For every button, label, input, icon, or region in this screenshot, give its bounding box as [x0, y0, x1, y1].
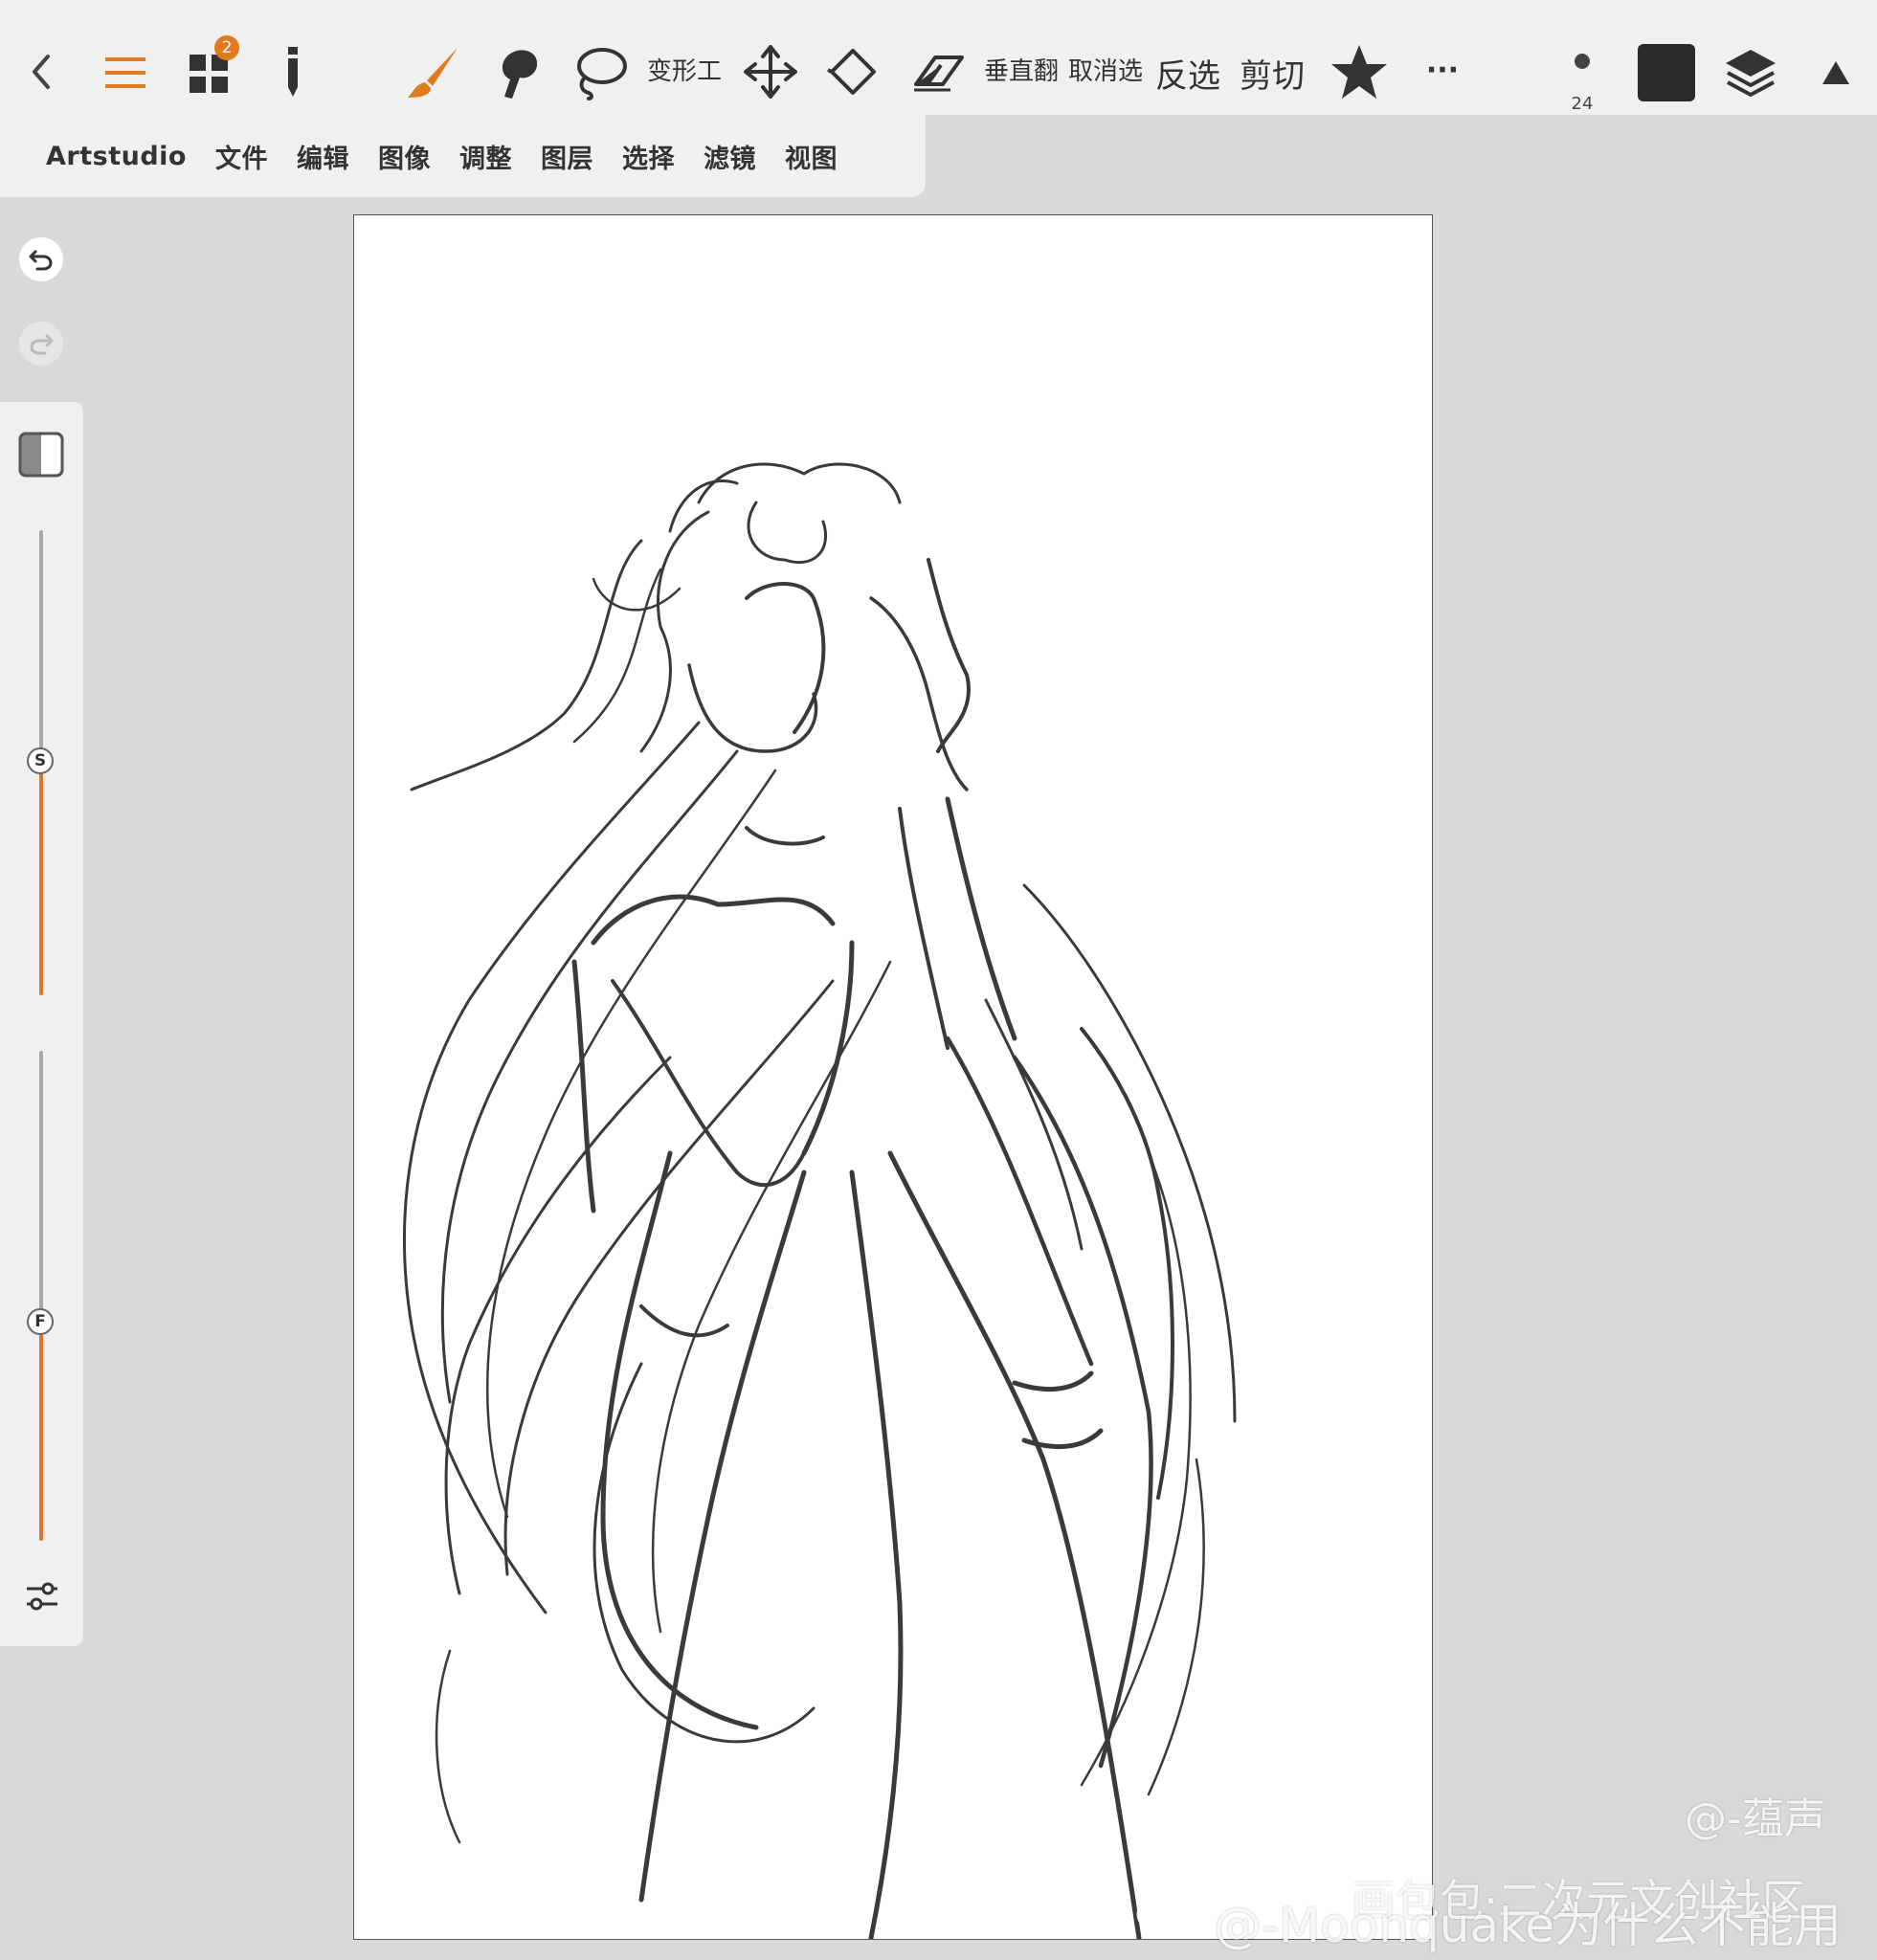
flip-vertical-label[interactable]: 垂直翻: [984, 52, 1059, 87]
menu-item-file[interactable]: 文件: [215, 138, 268, 175]
brush-settings-icon[interactable]: [21, 1577, 63, 1615]
menu-item-image[interactable]: 图像: [378, 138, 431, 175]
smudge-tool-icon[interactable]: [488, 44, 546, 101]
flow-slider-track[interactable]: [39, 1051, 43, 1321]
pencil-tool-icon[interactable]: [278, 44, 308, 100]
menu-item-select[interactable]: 选择: [622, 138, 675, 175]
menu-item-view[interactable]: 视图: [785, 138, 838, 175]
lasso-tool-icon[interactable]: [570, 44, 630, 101]
brush-side-panel: S F: [0, 402, 83, 1646]
size-slider-track[interactable]: [39, 530, 43, 760]
undo-icon: [29, 250, 53, 271]
main-menu-bar: Artstudio 文件 编辑 图像 调整 图层 选择 滤镜 视图: [0, 115, 926, 197]
fill-bucket-icon[interactable]: [825, 46, 881, 100]
app-name-menu[interactable]: Artstudio: [46, 142, 187, 171]
invert-selection-label[interactable]: 反选: [1155, 50, 1220, 97]
menu-item-layers[interactable]: 图层: [541, 138, 593, 175]
brush-size-value[interactable]: 24: [1558, 94, 1606, 114]
brush-size-dot-icon[interactable]: [1573, 52, 1592, 71]
size-slider-fill: [39, 762, 43, 995]
deselect-label[interactable]: 取消选: [1068, 52, 1143, 87]
weibo-logo-icon: [1135, 1880, 1212, 1941]
cut-label[interactable]: 剪切: [1240, 50, 1305, 97]
more-options-icon[interactable]: ···: [1420, 48, 1464, 92]
brush-tool-icon[interactable]: [402, 42, 463, 103]
redo-icon: [30, 334, 54, 355]
menu-item-filter[interactable]: 滤镜: [704, 138, 756, 175]
split-view-icon[interactable]: [17, 431, 65, 479]
flow-slider-knob[interactable]: F: [27, 1308, 54, 1335]
redo-button[interactable]: [19, 322, 63, 366]
top-toolbar: 2 变形工 垂直翻 取消选 反选 剪切 ··· 24: [0, 0, 1877, 115]
menu-item-edit[interactable]: 编辑: [297, 138, 349, 175]
move-tool-icon[interactable]: [743, 44, 798, 100]
menu-item-adjust[interactable]: 调整: [459, 138, 512, 175]
collapse-up-icon[interactable]: [1819, 57, 1853, 88]
line-sketch-artwork: [403, 462, 1237, 1939]
size-slider-knob[interactable]: S: [27, 747, 54, 774]
drawing-canvas[interactable]: [353, 214, 1433, 1940]
star-favorite-icon[interactable]: [1329, 42, 1390, 101]
eraser-tool-icon[interactable]: [911, 50, 967, 96]
author-watermark: @-蕴声: [1685, 1794, 1826, 1843]
back-icon[interactable]: [19, 50, 63, 94]
weibo-handle-watermark: @-Moonquake为什么不能用: [1214, 1898, 1843, 1953]
transform-tool-label[interactable]: 变形工: [647, 52, 722, 87]
flow-slider-fill: [39, 1323, 43, 1541]
undo-button[interactable]: [19, 237, 63, 281]
color-swatch[interactable]: [1638, 44, 1695, 101]
notification-badge: 2: [214, 35, 239, 60]
menu-hamburger-icon[interactable]: [101, 52, 149, 94]
layers-icon[interactable]: [1723, 44, 1778, 101]
